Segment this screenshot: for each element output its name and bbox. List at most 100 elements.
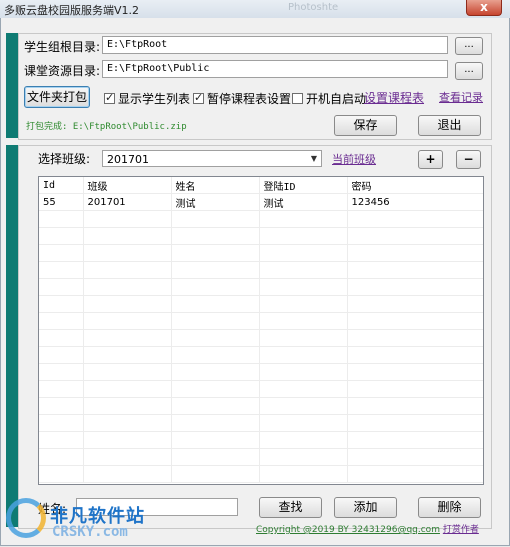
student-root-field[interactable]: E:\FtpRoot (102, 36, 448, 54)
empty-row (39, 295, 483, 313)
students-table[interactable]: Id 班级 姓名 登陆ID 密码 55 201701 测试 测试 123456 (38, 176, 484, 485)
empty-cell (259, 397, 348, 415)
empty-cell (83, 465, 172, 483)
show-students-checkbox[interactable]: 显示学生列表 (104, 90, 190, 107)
column-header-name[interactable]: 姓名 (171, 177, 260, 194)
empty-row (39, 346, 483, 364)
empty-cell (171, 380, 260, 398)
empty-cell (259, 312, 348, 330)
browse-student-root-button[interactable]: ... (455, 37, 483, 55)
copyright-label: Copyright @2019 BY 32431296@qq.com (256, 525, 440, 535)
current-class-link[interactable]: 当前班级 (332, 151, 376, 167)
empty-row (39, 448, 483, 466)
delete-button[interactable]: 删除 (418, 497, 481, 518)
add-button[interactable]: 添加 (334, 497, 397, 518)
empty-cell (39, 261, 84, 279)
empty-cell (347, 414, 483, 432)
empty-cell (259, 329, 348, 347)
empty-row (39, 414, 483, 432)
pack-folder-button[interactable]: 文件夹打包 (24, 86, 90, 108)
empty-cell (171, 363, 260, 381)
background-window-text: Photoshte (288, 2, 339, 13)
empty-cell (259, 261, 348, 279)
cell-id: 55 (39, 193, 84, 211)
cell-login-id: 测试 (259, 193, 348, 211)
empty-cell (259, 346, 348, 364)
empty-cell (347, 363, 483, 381)
accent-bar-top (6, 33, 18, 138)
empty-cell (83, 397, 172, 415)
empty-cell (39, 465, 84, 483)
class-select-value: 201701 (107, 153, 149, 166)
column-header-password[interactable]: 密码 (347, 177, 483, 194)
chevron-down-icon: ▼ (310, 154, 318, 163)
set-schedule-link[interactable]: 设置课程表 (364, 89, 424, 106)
table-header-row: Id 班级 姓名 登陆ID 密码 (39, 177, 483, 194)
empty-cell (39, 295, 84, 313)
find-button[interactable]: 查找 (259, 497, 322, 518)
empty-cell (83, 414, 172, 432)
empty-cell (83, 261, 172, 279)
empty-row (39, 278, 483, 296)
empty-cell (39, 278, 84, 296)
donate-link[interactable]: 打赏作者 (443, 525, 479, 535)
empty-cell (171, 227, 260, 245)
empty-cell (347, 329, 483, 347)
empty-cell (171, 414, 260, 432)
empty-cell (39, 329, 84, 347)
pause-schedule-checkbox[interactable]: 暂停课程表设置 (193, 90, 291, 107)
pause-schedule-label: 暂停课程表设置 (207, 92, 292, 106)
empty-cell (259, 414, 348, 432)
empty-cell (259, 363, 348, 381)
empty-cell (83, 278, 172, 296)
empty-cell (347, 244, 483, 262)
empty-cell (83, 380, 172, 398)
empty-cell (39, 431, 84, 449)
empty-row (39, 380, 483, 398)
empty-cell (347, 431, 483, 449)
empty-cell (171, 431, 260, 449)
empty-cell (259, 295, 348, 313)
empty-cell (259, 244, 348, 262)
add-class-button[interactable]: + (418, 150, 443, 169)
empty-cell (83, 295, 172, 313)
table-row[interactable]: 55 201701 测试 测试 123456 (39, 193, 483, 211)
empty-row (39, 210, 483, 228)
watermark-logo-icon (6, 498, 46, 538)
exit-button[interactable]: 退出 (418, 115, 481, 136)
empty-cell (259, 448, 348, 466)
empty-cell (259, 465, 348, 483)
pause-schedule-check-icon (193, 91, 204, 104)
empty-cell (83, 346, 172, 364)
empty-cell (39, 210, 84, 228)
empty-cell (347, 295, 483, 313)
empty-cell (347, 380, 483, 398)
empty-cell (347, 448, 483, 466)
accent-bar-bottom (6, 145, 18, 527)
pack-status-text: 打包完成: E:\FtpRoot\Public.zip (26, 122, 187, 132)
column-header-login-id[interactable]: 登陆ID (259, 177, 348, 194)
empty-cell (171, 278, 260, 296)
empty-row (39, 363, 483, 381)
empty-cell (39, 448, 84, 466)
empty-cell (39, 312, 84, 330)
empty-cell (83, 244, 172, 262)
cell-password: 123456 (347, 193, 483, 211)
save-button[interactable]: 保存 (334, 115, 397, 136)
close-button[interactable]: x (466, 0, 502, 16)
autostart-label: 开机自启动 (306, 92, 367, 106)
empty-row (39, 244, 483, 262)
remove-class-button[interactable]: − (456, 150, 481, 169)
course-root-label: 课堂资源目录: (24, 64, 101, 78)
empty-cell (39, 244, 84, 262)
class-select[interactable]: 201701 ▼ (102, 150, 322, 167)
empty-cell (171, 397, 260, 415)
column-header-id[interactable]: Id (39, 177, 84, 194)
empty-cell (259, 210, 348, 228)
column-header-class[interactable]: 班级 (83, 177, 172, 194)
autostart-checkbox[interactable]: 开机自启动 (292, 90, 366, 107)
course-root-field[interactable]: E:\FtpRoot\Public (102, 60, 448, 78)
view-log-link[interactable]: 查看记录 (439, 89, 483, 105)
browse-course-root-button[interactable]: ... (455, 62, 483, 80)
copyright-text: Copyright @2019 BY 32431296@qq.com 打赏作者 (256, 522, 479, 535)
